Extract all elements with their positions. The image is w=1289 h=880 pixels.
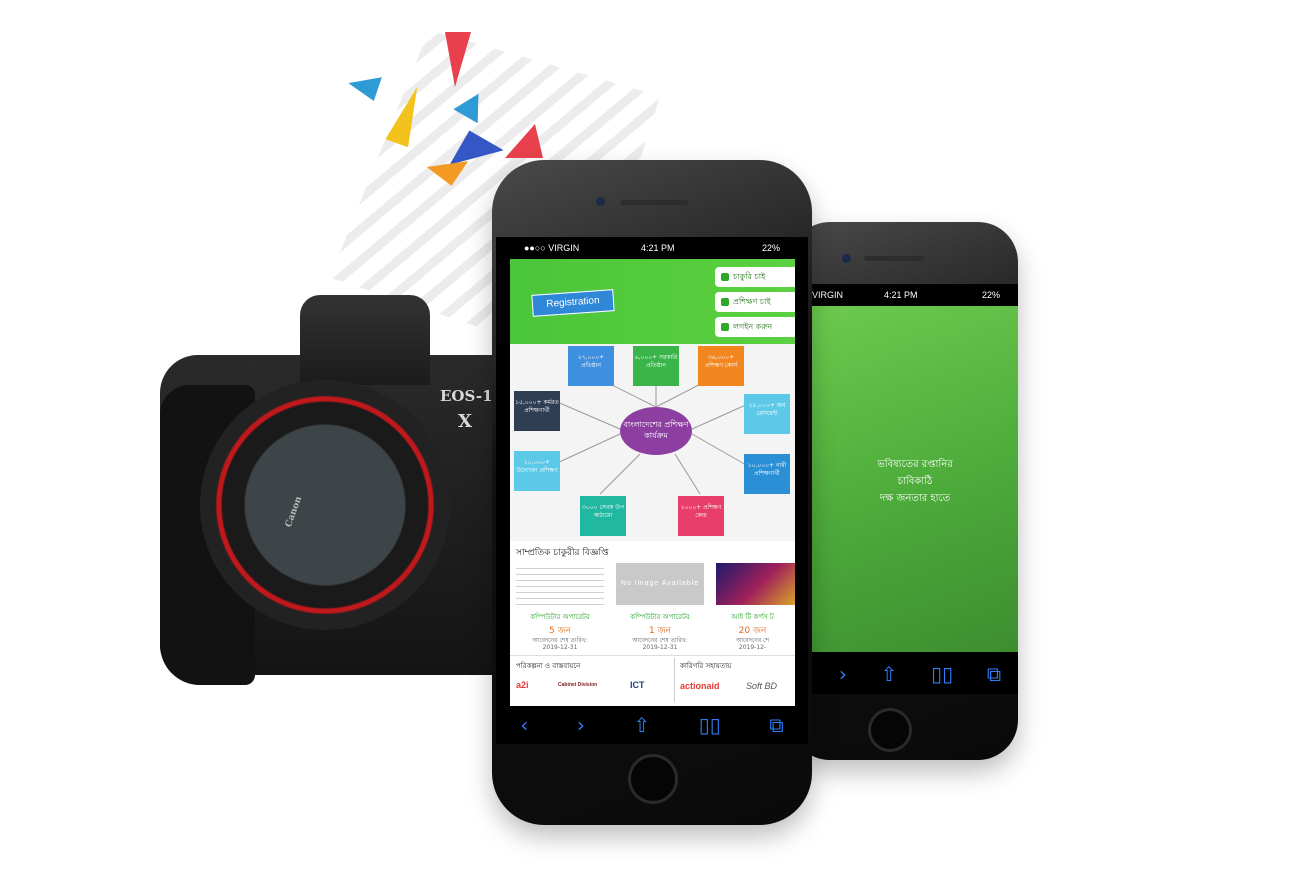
tagline-line-1: ভবিষ্যতের রপ্তানির — [877, 459, 953, 470]
tagline-line-3: দক্ষ জনতার হাতে — [879, 493, 951, 504]
logo-ict: ICT — [630, 680, 645, 690]
briefcase-icon — [721, 272, 729, 281]
camera-lens — [200, 380, 450, 630]
browser-toolbar: › ⇧ ▯▯ ⧉ — [812, 654, 1018, 694]
menu-job-wanted-label: চাকুরি চাই — [733, 272, 766, 281]
job-deadline-date: 2019-12- — [738, 644, 767, 651]
browser-toolbar: ‹ › ⇧ ▯▯ ⧉ — [496, 705, 808, 744]
job-title: কম্পিউটার অপারেটর — [530, 613, 590, 621]
logo-softbd: Soft BD — [746, 681, 778, 691]
mindmap-node: ২৫,০০০+ জব প্লেসমেন্ট — [744, 394, 790, 434]
logo-cabinet-division: Cabinet Division — [558, 682, 598, 688]
no-image-placeholder: No Image Available — [616, 563, 704, 605]
battery-label: 22% — [981, 290, 1000, 300]
bookmarks-icon[interactable]: ▯▯ — [699, 713, 721, 737]
mindmap-node: ১০,০০০+ নারী প্রশিক্ষণার্থী — [744, 454, 790, 494]
time-label: 4:21 PM — [884, 290, 918, 300]
training-icon — [721, 297, 729, 306]
camera-prism — [300, 295, 430, 385]
job-deadline-date: 2019-12-31 — [642, 644, 678, 651]
mindmap-node: ২০,০০০+ উদ্যোক্তা প্রশিক্ষণ — [514, 451, 560, 491]
partners-footer: পরিকল্পনা ও বাস্তবায়নে কারিগরি সহায়তায… — [510, 655, 795, 706]
front-camera-dot — [596, 197, 605, 206]
menu-login[interactable]: লগইন করুন — [715, 317, 795, 337]
camera-model-suffix: X — [458, 411, 472, 432]
mindmap-center: বাংলাদেশের প্রশিক্ষণ কার্যক্রম — [620, 407, 692, 455]
forward-icon[interactable]: › — [577, 713, 585, 737]
carrier-label: ●●○○ VIRGIN — [524, 243, 580, 253]
tabs-icon[interactable]: ⧉ — [769, 713, 783, 737]
back-phone-screen: VIRGIN 4:21 PM 22% ভবিষ্যতের রপ্তানির চা… — [812, 284, 1018, 694]
front-phone: ●●○○ VIRGIN 4:21 PM 22% Registration চাক… — [492, 160, 812, 825]
camera-image: EOS-1D X Canon — [160, 295, 520, 690]
front-phone-screen: ●●○○ VIRGIN 4:21 PM 22% Registration চাক… — [496, 237, 808, 744]
technical-support-title: কারিগরি সহায়তায় — [680, 662, 732, 670]
menu-training-wanted[interactable]: প্রশিক্ষণ চাই — [715, 292, 795, 312]
menu-job-wanted[interactable]: চাকুরি চাই — [715, 267, 795, 287]
job-title: কম্পিউটার অপারেটর — [630, 613, 690, 621]
job-card[interactable]: আই টি কর্পস ট 20 জন আবেদনের শে 2019-12- — [710, 561, 795, 653]
carrier-label: VIRGIN — [812, 290, 844, 300]
mindmap-node: ৩৬,০০০+ প্রশিক্ষণ কোর্স — [698, 346, 744, 386]
job-card[interactable]: কম্পিউটার অপারেটর 5 জন আবেদনের শেষ তারিখ… — [510, 561, 610, 653]
training-mindmap: ২৭,০০০+ প্রতিষ্ঠান ৬,০০০+ সরকারি প্রতিষ্… — [510, 344, 795, 541]
planning-title: পরিকল্পনা ও বাস্তবায়নে — [516, 662, 581, 670]
front-camera-dot — [842, 254, 851, 263]
mindmap-node: ২০০০+ প্রশিক্ষণ কেন্দ্র — [678, 496, 724, 536]
status-bar: VIRGIN 4:21 PM 22% — [812, 290, 1018, 304]
menu-training-wanted-label: প্রশিক্ষণ চাই — [733, 297, 771, 306]
footer-divider — [674, 658, 675, 702]
tagline: ভবিষ্যতের রপ্তানির চাবিকাঠি দক্ষ জনতার হ… — [812, 456, 1018, 507]
menu-login-label: লগইন করুন — [733, 322, 773, 331]
home-button[interactable] — [868, 708, 912, 752]
job-deadline-date: 2019-12-31 — [542, 644, 578, 651]
mindmap-node: ২৭,০০০+ প্রতিষ্ঠান — [568, 346, 614, 386]
time-label: 4:21 PM — [641, 243, 675, 253]
forward-icon[interactable]: › — [839, 662, 847, 686]
bookmarks-icon[interactable]: ▯▯ — [931, 662, 953, 686]
speaker-grille — [864, 256, 924, 261]
job-banner-image — [716, 563, 795, 605]
back-phone: VIRGIN 4:21 PM 22% ভবিষ্যতের রপ্তানির চা… — [790, 222, 1018, 760]
registration-button[interactable]: Registration — [531, 289, 615, 317]
battery-label: 22% — [761, 243, 780, 253]
job-title: আই টি কর্পস ট — [731, 613, 774, 621]
jobs-section-title: সাম্প্রতিক চাকুরীর বিজ্ঞপ্তি — [516, 548, 609, 558]
hero-banner: Registration চাকুরি চাই প্রশিক্ষণ চাই লগ… — [510, 259, 795, 344]
tabs-icon[interactable]: ⧉ — [987, 662, 1001, 686]
job-card[interactable]: No Image Available কম্পিউটার অপারেটর 1 জ… — [610, 561, 710, 653]
mindmap-node: ৬,০০০+ সরকারি প্রতিষ্ঠান — [633, 346, 679, 386]
mindmap-node: ৩০০০ সেবক উপ কাঠামো — [580, 496, 626, 536]
speaker-grille — [620, 200, 688, 205]
share-icon[interactable]: ⇧ — [881, 662, 898, 686]
logo-a2i: a2i — [516, 680, 529, 690]
tagline-line-2: চাবিকাঠি — [897, 476, 933, 487]
job-thumbnail — [516, 563, 604, 605]
logo-actionaid: actionaid — [680, 681, 720, 691]
mindmap-node: ১৫,০০০+ কর্মরত প্রশিক্ষণার্থী — [514, 391, 560, 431]
back-icon[interactable]: ‹ — [520, 713, 528, 737]
home-button[interactable] — [628, 754, 678, 804]
status-bar: ●●○○ VIRGIN 4:21 PM 22% — [496, 243, 808, 257]
share-icon[interactable]: ⇧ — [633, 713, 650, 737]
login-icon — [721, 322, 729, 331]
